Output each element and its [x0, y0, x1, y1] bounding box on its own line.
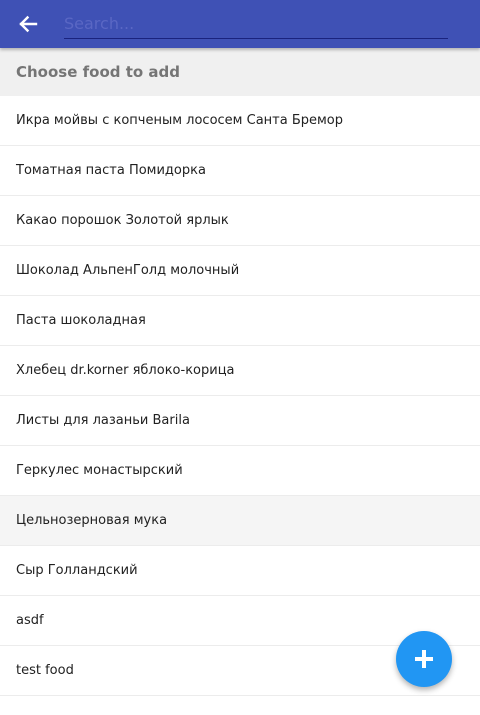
- food-list-item[interactable]: Геркулес монастырский: [0, 446, 480, 496]
- food-list-item[interactable]: Паста шоколадная: [0, 296, 480, 346]
- food-list-item[interactable]: Хлебец dr.korner яблоко-корица: [0, 346, 480, 396]
- food-list-item[interactable]: Шоколад АльпенГолд молочный: [0, 246, 480, 296]
- arrow-back-icon: [19, 15, 38, 33]
- food-list-item[interactable]: Цельнозерновая мука: [0, 496, 480, 546]
- food-list: Икра мойвы с копченым лососем Санта Брем…: [0, 96, 480, 696]
- food-list-item[interactable]: Икра мойвы с копченым лососем Санта Брем…: [0, 96, 480, 146]
- food-list-item[interactable]: Листы для лазаньи Barila: [0, 396, 480, 446]
- add-food-button[interactable]: [396, 631, 452, 687]
- food-list-item[interactable]: Томатная паста Помидорка: [0, 146, 480, 196]
- app-bar: [0, 0, 480, 48]
- back-button[interactable]: [8, 4, 48, 44]
- plus-icon: [415, 650, 433, 668]
- search-input[interactable]: [64, 9, 448, 39]
- food-list-item[interactable]: Сыр Голландский: [0, 546, 480, 596]
- list-subheader: Choose food to add: [0, 48, 480, 96]
- food-list-item[interactable]: Какао порошок Золотой ярлык: [0, 196, 480, 246]
